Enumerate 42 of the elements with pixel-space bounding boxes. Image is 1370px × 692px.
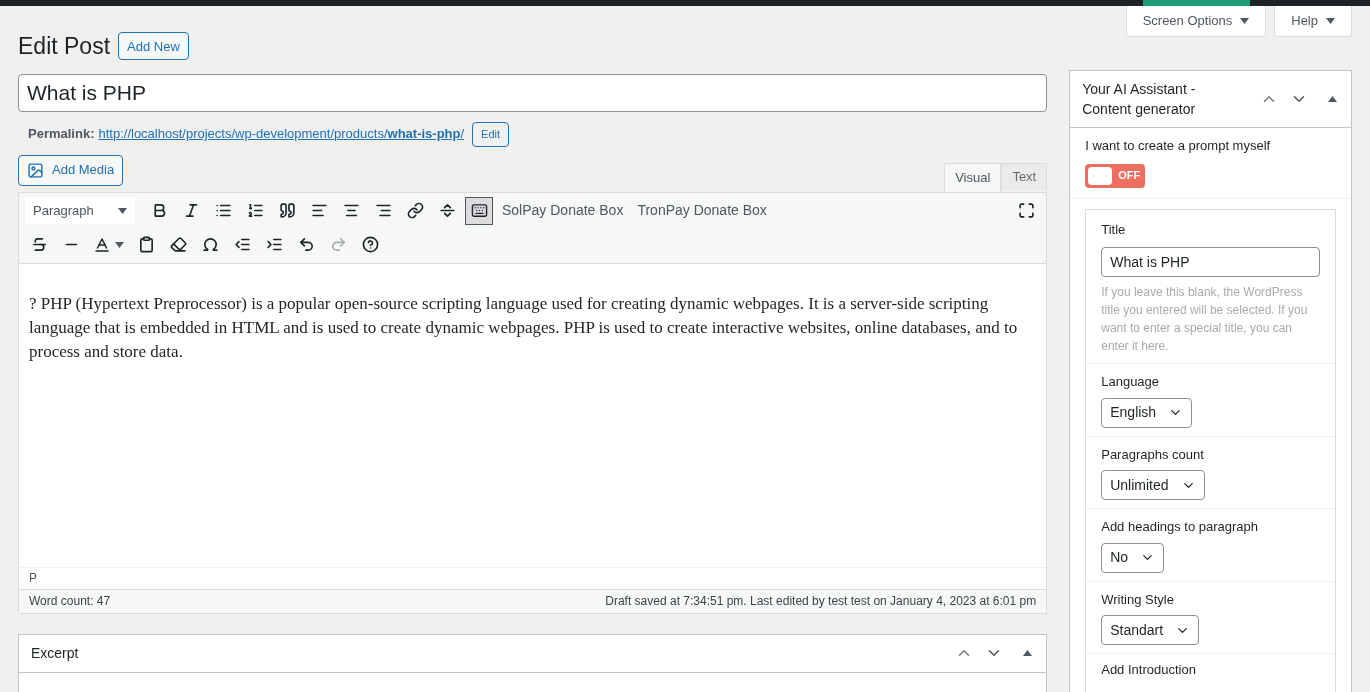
field-label: Writing Style (1101, 590, 1175, 609)
text-color-icon (93, 235, 111, 254)
post-title-field[interactable]: What is PHP (18, 73, 1048, 112)
caret-icon (1240, 18, 1250, 24)
help-text: If you leave this blank, the WordPress title you entered will be selected. If you want to enter a special title, you can enter it here. (1101, 284, 1309, 355)
donate-box-button[interactable]: SolPay Donate Box (497, 200, 629, 221)
add-new-button[interactable]: Add New (118, 32, 189, 61)
editor-tab[interactable]: Text (1001, 162, 1048, 190)
caret-icon (1326, 18, 1335, 24)
word-count: Word count: 47 (29, 593, 111, 610)
permalink-link[interactable]: http://localhost/projects/wp-development/products/what-is-php/ (98, 124, 465, 144)
add-media-button[interactable]: Add Media (18, 154, 124, 186)
title-field[interactable]: What is PHP (1101, 247, 1320, 277)
field-label: Add Introduction (1101, 661, 1197, 679)
format-select[interactable]: Paragraph (25, 197, 135, 224)
excerpt-title: Excerpt (31, 643, 79, 663)
field-label: Title (1101, 220, 1127, 239)
element-path: P (29, 570, 37, 587)
draft-status: Draft saved at 7:34:51 pm. Last edited by test test on January 4, 2023 at 6:01 pm (605, 593, 1037, 610)
top-tab-button[interactable]: Help (1274, 6, 1352, 37)
donate-box-button[interactable]: TronPay Donate Box (632, 200, 772, 221)
top-tab-button[interactable]: Screen Options (1125, 6, 1267, 37)
select-field[interactable]: Standart (1101, 615, 1200, 645)
select-field[interactable]: English (1101, 397, 1193, 428)
page-title: Edit Post (18, 32, 111, 61)
field-label: Language (1101, 373, 1161, 391)
permalink-label: Permalink: (28, 125, 95, 144)
panel-title: Your AI Assistant - Content generator (1082, 80, 1197, 119)
toggle-label: I want to create a prompt myself (1085, 137, 1272, 155)
select-field[interactable]: No (1101, 542, 1165, 573)
collapse-icon[interactable] (1328, 96, 1337, 102)
field-label: Add headings to paragraph (1101, 518, 1260, 536)
caret-icon (118, 207, 127, 214)
editor-tab[interactable]: Visual (944, 162, 1002, 192)
post-content[interactable]: ? PHP (Hypertext Preprocessor) is a popular open-source scripting language used for creating dynamic webpages. It is a server-side scripting language that is embedded in HTML and is used to create dynamic webpages. PHP is used to create interactive websites, online databases, and to process and store data. (29, 291, 1037, 364)
media-icon (27, 161, 44, 179)
collapse-icon[interactable] (1023, 650, 1033, 656)
edit-permalink-button[interactable]: Edit (472, 121, 510, 147)
toolbar-toggle-icon[interactable] (465, 196, 493, 225)
field-label: Paragraphs count (1101, 445, 1205, 464)
select-field[interactable]: Unlimited (1101, 470, 1205, 500)
caret-icon (115, 241, 124, 248)
